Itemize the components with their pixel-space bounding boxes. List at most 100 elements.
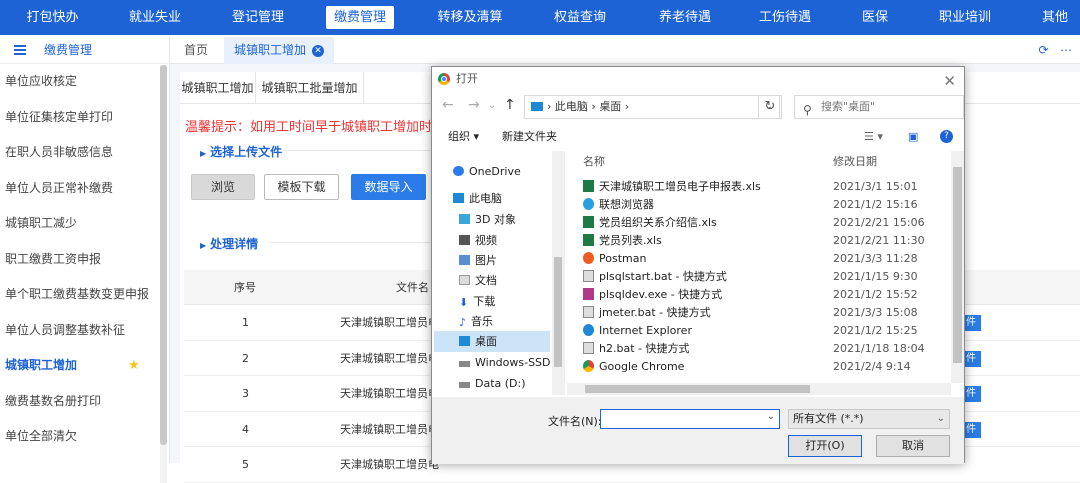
section-detail[interactable]: ▶ 处理详情 bbox=[200, 235, 258, 252]
file-item[interactable]: Postman 2021/3/3 11:28 bbox=[583, 250, 918, 268]
chevron-down-icon[interactable]: ⌄ bbox=[488, 100, 496, 111]
file-item[interactable]: jmeter.bat - 快捷方式 2021/3/3 15:08 bbox=[583, 304, 918, 322]
sidebar-item[interactable]: 单位应收核定 bbox=[0, 64, 169, 100]
sidebar-item[interactable]: 单位人员调整基数补征 bbox=[0, 313, 169, 349]
tab-current[interactable]: 城镇职工增加 ✕ bbox=[224, 37, 335, 64]
path-segment[interactable]: 此电脑 bbox=[555, 100, 588, 113]
sidebar-item[interactable]: 单位全部清欠 bbox=[0, 419, 169, 455]
scrollbar-thumb[interactable] bbox=[585, 385, 810, 393]
back-icon[interactable]: ← bbox=[442, 97, 454, 113]
open-button[interactable]: 打开(O) bbox=[788, 435, 862, 457]
nav-item-medical[interactable]: 医保 bbox=[850, 0, 900, 35]
tree-item[interactable]: Windows-SSD ( bbox=[459, 352, 558, 373]
file-item[interactable]: 党员列表.xls 2021/2/21 11:30 bbox=[583, 232, 925, 250]
template-download-button[interactable]: 模板下载 bbox=[264, 174, 339, 200]
tree-item[interactable]: OneDrive bbox=[453, 161, 521, 182]
preview-pane-icon[interactable]: ▣ bbox=[908, 125, 918, 149]
star-icon[interactable]: ★ bbox=[128, 348, 140, 384]
nav-item-pension[interactable]: 养老待遇 bbox=[645, 0, 725, 35]
file-name: 党员组织关系介绍信.xls bbox=[599, 216, 717, 229]
chevron-down-icon[interactable]: ⌄ bbox=[767, 411, 775, 422]
up-icon[interactable]: ↑ bbox=[504, 97, 516, 113]
file-item[interactable]: plsqldev.exe - 快捷方式 2021/1/2 15:52 bbox=[583, 286, 918, 304]
sidebar-item[interactable]: 职工缴费工资申报 bbox=[0, 242, 169, 278]
file-list-hscrollbar[interactable] bbox=[567, 383, 951, 395]
menu-icon[interactable] bbox=[14, 45, 26, 55]
path-segment[interactable]: 桌面 bbox=[599, 100, 621, 113]
file-item[interactable]: 联想浏览器 2021/1/2 15:16 bbox=[583, 196, 918, 214]
file-name: plsqlstart.bat - 快捷方式 bbox=[599, 270, 727, 283]
sidebar-item[interactable]: 单位人员正常补缴费 bbox=[0, 171, 169, 207]
filetype-select[interactable]: 所有文件 (*.*) ⌄ bbox=[788, 409, 950, 429]
subtab-batch[interactable]: 城镇职工批量增加 bbox=[256, 72, 364, 104]
sidebar-scrollbar[interactable] bbox=[160, 65, 167, 483]
shortcut-icon bbox=[583, 342, 594, 354]
data-import-button[interactable]: 数据导入 bbox=[351, 174, 426, 200]
scrollbar-thumb[interactable] bbox=[953, 167, 962, 363]
nav-item-training[interactable]: 职业培训 bbox=[925, 0, 1005, 35]
nav-item-registration[interactable]: 登记管理 bbox=[218, 0, 298, 35]
filetype-value: 所有文件 (*.*) bbox=[793, 412, 864, 425]
sidebar-item-active[interactable]: 城镇职工增加 ★ bbox=[0, 348, 169, 384]
subtab-single[interactable]: 城镇职工增加 bbox=[180, 72, 256, 104]
file-name: Google Chrome bbox=[599, 360, 685, 373]
file-item[interactable]: h2.bat - 快捷方式 2021/1/18 18:04 bbox=[583, 340, 925, 358]
column-date[interactable]: 修改日期 bbox=[833, 151, 877, 173]
sidebar-item[interactable]: 单位征集核定单打印 bbox=[0, 100, 169, 136]
close-icon[interactable]: ✕ bbox=[312, 44, 325, 57]
tree-item[interactable]: 图片 bbox=[459, 250, 497, 271]
tab-bar: 首页 城镇职工增加 ✕ ⟳ ⋯ bbox=[170, 37, 1080, 64]
forward-icon[interactable]: → bbox=[468, 97, 480, 113]
path-box[interactable]: › 此电脑 › 桌面 › ⌄ bbox=[524, 95, 780, 119]
file-list-vscrollbar[interactable] bbox=[951, 151, 964, 383]
tree-item[interactable]: ♪ 音乐 bbox=[459, 311, 493, 332]
help-icon[interactable]: ? bbox=[940, 130, 953, 143]
new-folder-button[interactable]: 新建文件夹 bbox=[502, 125, 557, 149]
view-options-icon[interactable]: ☰ ▾ bbox=[864, 125, 883, 149]
tree-item[interactable]: ⬇ 下载 bbox=[459, 291, 495, 312]
tree-item[interactable]: 3D 对象 bbox=[459, 209, 516, 230]
column-name[interactable]: 名称 bbox=[583, 151, 605, 173]
nav-item-payment[interactable]: 缴费管理 bbox=[326, 6, 394, 29]
nav-scrollbar[interactable] bbox=[552, 151, 564, 395]
dialog-titlebar[interactable]: 打开 ✕ bbox=[432, 67, 964, 91]
tree-item[interactable]: 此电脑 bbox=[453, 188, 502, 209]
tree-item[interactable]: 文档 bbox=[459, 270, 497, 291]
refresh-icon[interactable]: ↻ bbox=[758, 95, 782, 119]
file-item[interactable]: 党员组织关系介绍信.xls 2021/2/21 15:06 bbox=[583, 214, 925, 232]
document-icon bbox=[459, 275, 470, 285]
top-navigation: 打包快办 就业失业 登记管理 缴费管理 转移及清算 权益查询 养老待遇 工伤待遇… bbox=[0, 0, 1080, 35]
organize-button[interactable]: 组织 ▾ bbox=[448, 125, 479, 149]
browse-button[interactable]: 浏览 bbox=[191, 174, 255, 200]
path-separator: › bbox=[587, 100, 600, 113]
nav-item-injury[interactable]: 工伤待遇 bbox=[745, 0, 825, 35]
tab-home[interactable]: 首页 bbox=[184, 37, 208, 64]
more-icon[interactable]: ⋯ bbox=[1060, 43, 1072, 57]
scrollbar-thumb[interactable] bbox=[554, 257, 562, 367]
tree-item[interactable]: 视频 bbox=[459, 230, 497, 251]
filename-input[interactable]: ⌄ bbox=[600, 409, 780, 429]
file-item[interactable]: 天津城镇职工增员电子申报表.xls 2021/3/1 15:01 bbox=[583, 178, 918, 196]
nav-item-transfer[interactable]: 转移及清算 bbox=[425, 0, 515, 35]
excel-icon bbox=[583, 234, 594, 246]
sidebar-item[interactable]: 在职人员非敏感信息 bbox=[0, 135, 169, 171]
file-open-dialog: 打开 ✕ ← → ⌄ ↑ › 此电脑 › 桌面 › ⌄ ↻ ⚲ 搜索"桌面" 组… bbox=[431, 66, 965, 464]
cancel-button[interactable]: 取消 bbox=[876, 435, 950, 457]
close-icon[interactable]: ✕ bbox=[943, 69, 956, 93]
nav-item-employment[interactable]: 就业失业 bbox=[115, 0, 195, 35]
nav-item-quick[interactable]: 打包快办 bbox=[15, 0, 90, 35]
file-item[interactable]: Google Chrome 2021/2/4 9:14 bbox=[583, 358, 911, 376]
file-item[interactable]: Internet Explorer 2021/1/2 15:25 bbox=[583, 322, 918, 340]
search-input[interactable]: ⚲ 搜索"桌面" bbox=[794, 95, 964, 119]
refresh-icon[interactable]: ⟳ bbox=[1038, 43, 1048, 57]
sidebar-item[interactable]: 缴费基数名册打印 bbox=[0, 384, 169, 420]
sidebar-item[interactable]: 单个职工缴费基数变更申报 bbox=[0, 277, 169, 313]
tree-item-selected[interactable]: 桌面 bbox=[434, 331, 550, 352]
section-upload[interactable]: ▶ 选择上传文件 bbox=[200, 143, 282, 160]
sidebar-item[interactable]: 城镇职工减少 bbox=[0, 206, 169, 242]
scrollbar-thumb[interactable] bbox=[160, 65, 167, 445]
file-item[interactable]: plsqlstart.bat - 快捷方式 2021/1/15 9:30 bbox=[583, 268, 918, 286]
nav-item-rights[interactable]: 权益查询 bbox=[540, 0, 620, 35]
tree-item[interactable]: Data (D:) bbox=[459, 373, 526, 394]
nav-item-other[interactable]: 其他 bbox=[1035, 0, 1075, 35]
